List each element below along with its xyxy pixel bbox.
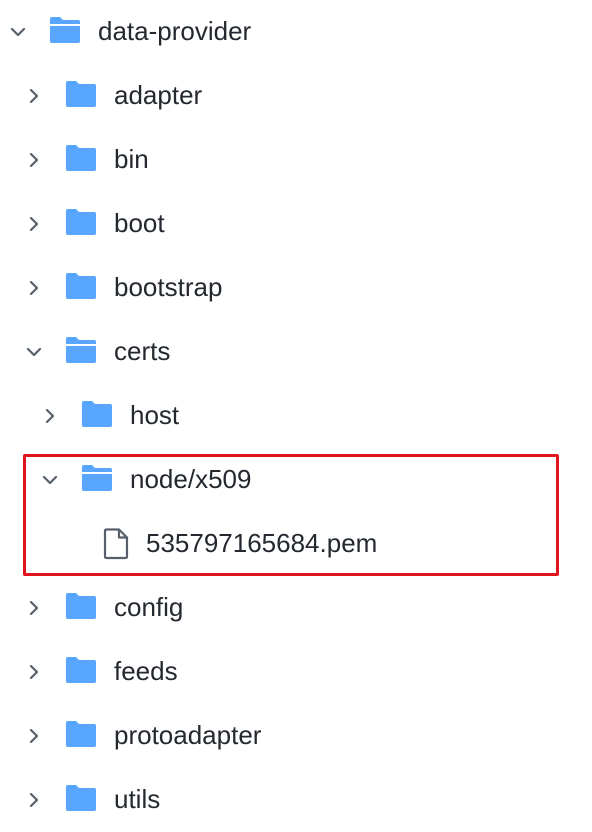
tree-item-label: utils <box>114 784 161 814</box>
chevron-right-icon[interactable] <box>24 278 44 298</box>
chevron-right-icon[interactable] <box>24 662 44 682</box>
tree-item-label: feeds <box>114 656 178 686</box>
folder-icon <box>64 655 98 685</box>
tree-item-label: bin <box>114 144 149 174</box>
tree-item-data-provider[interactable]: data-provider <box>0 0 592 64</box>
folder-open-icon <box>80 463 114 493</box>
folder-open-icon <box>64 335 98 365</box>
folder-icon <box>80 399 114 429</box>
folder-icon <box>64 591 98 621</box>
tree-item-utils[interactable]: utils <box>0 768 592 832</box>
tree-item-label: boot <box>114 208 165 238</box>
tree-item-label: config <box>114 592 184 622</box>
chevron-right-icon[interactable] <box>24 214 44 234</box>
tree-item-label: protoadapter <box>114 720 262 750</box>
tree-item-label: adapter <box>114 80 203 110</box>
chevron-right-icon[interactable] <box>24 598 44 618</box>
tree-item-bin[interactable]: bin <box>0 128 592 192</box>
tree-item-boot[interactable]: boot <box>0 192 592 256</box>
tree-item-label: host <box>130 400 180 430</box>
folder-icon <box>64 271 98 301</box>
tree-item-label: certs <box>114 336 171 366</box>
tree-item-host[interactable]: host <box>0 384 592 448</box>
tree-item-pem-file[interactable]: 535797165684.pem <box>0 512 592 576</box>
file-icon <box>102 528 130 560</box>
tree-item-label: node/x509 <box>130 464 252 494</box>
chevron-right-icon[interactable] <box>40 406 60 426</box>
tree-item-feeds[interactable]: feeds <box>0 640 592 704</box>
chevron-right-icon[interactable] <box>24 150 44 170</box>
tree-item-label: 535797165684.pem <box>146 528 378 558</box>
tree-item-certs[interactable]: certs <box>0 320 592 384</box>
tree-item-label: data-provider <box>98 16 252 46</box>
folder-icon <box>64 79 98 109</box>
tree-item-bootstrap[interactable]: bootstrap <box>0 256 592 320</box>
tree-item-adapter[interactable]: adapter <box>0 64 592 128</box>
folder-icon <box>64 143 98 173</box>
tree-item-config[interactable]: config <box>0 576 592 640</box>
chevron-down-icon[interactable] <box>40 470 60 490</box>
tree-item-node-x509[interactable]: node/x509 <box>0 448 592 512</box>
chevron-right-icon[interactable] <box>24 790 44 810</box>
folder-icon <box>64 719 98 749</box>
tree-item-label: bootstrap <box>114 272 223 302</box>
folder-icon <box>64 207 98 237</box>
folder-icon <box>64 783 98 813</box>
folder-open-icon <box>48 15 82 45</box>
chevron-right-icon[interactable] <box>24 86 44 106</box>
tree-item-protoadapter[interactable]: protoadapter <box>0 704 592 768</box>
chevron-right-icon[interactable] <box>24 726 44 746</box>
chevron-down-icon[interactable] <box>24 342 44 362</box>
chevron-down-icon[interactable] <box>8 22 28 42</box>
